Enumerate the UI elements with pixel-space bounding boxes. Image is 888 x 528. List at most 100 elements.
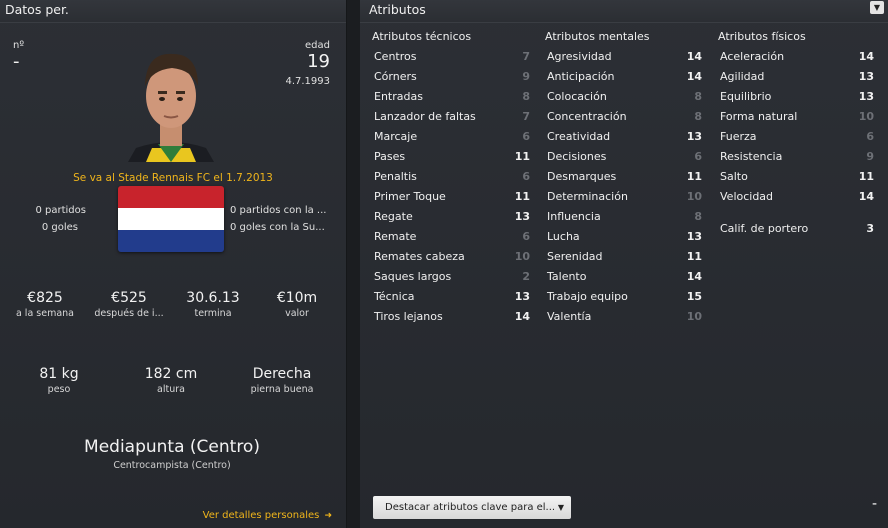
attribute-value: 14 (686, 70, 702, 83)
attribute-name: Colocación (547, 90, 607, 103)
attribute-row: Agilidad 13 (718, 67, 874, 87)
physical-attributes-title: Atributos físicos (718, 30, 806, 43)
attribute-value: 13 (858, 90, 874, 103)
attribute-row: Decisiones 6 (545, 147, 702, 167)
attribute-name: Córners (374, 70, 417, 83)
technical-attributes-list: Centros 7 Córners 9 Entradas 8 Lanzador de fal… (372, 47, 530, 327)
mental-attributes-list: Agresividad 14 Anticipación 14 Colocación 8 Co… (545, 47, 702, 327)
attribute-value: 13 (686, 230, 702, 243)
attribute-name: Agilidad (720, 70, 765, 83)
attribute-name: Remates cabeza (374, 250, 465, 263)
attribute-value: 13 (514, 210, 530, 223)
attribute-row: Remates cabeza 10 (372, 247, 530, 267)
attribute-value: 11 (686, 250, 702, 263)
attribute-row: Talento 14 (545, 267, 702, 287)
attribute-name: Forma natural (720, 110, 798, 123)
attribute-value: 7 (522, 110, 530, 123)
attribute-name: Técnica (374, 290, 415, 303)
attribute-name: Decisiones (547, 150, 607, 163)
attribute-value: 11 (858, 170, 874, 183)
age-label: edad (305, 40, 330, 51)
attribute-value: 6 (522, 130, 530, 143)
birth-date: 4.7.1993 (285, 76, 330, 87)
view-personal-details-text: Ver detalles personales (202, 510, 320, 521)
preferred-foot-label: pierna buena (250, 384, 314, 395)
weight-label: peso (47, 384, 71, 395)
highlight-key-attributes-dropdown[interactable]: Destacar atributos clave para el... ▼ (373, 496, 571, 519)
attribute-row: Saques largos 2 (372, 267, 530, 287)
attribute-value: 11 (686, 170, 702, 183)
attribute-name: Marcaje (374, 130, 418, 143)
contract-end-value: 30.6.13 (186, 290, 240, 306)
attribute-value: 8 (694, 90, 702, 103)
attribute-name: Influencia (547, 210, 601, 223)
age-value: 19 (307, 51, 330, 72)
attribute-name: Creatividad (547, 130, 611, 143)
squad-number-label: nº (13, 40, 25, 51)
attribute-name: Determinación (547, 190, 628, 203)
mental-attributes-title: Atributos mentales (545, 30, 650, 43)
attributes-header: Atributos (360, 0, 888, 23)
attribute-value: 7 (522, 50, 530, 63)
attribute-name: Aceleración (720, 50, 785, 63)
attribute-name: Primer Toque (374, 190, 446, 203)
attribute-row: Creatividad 13 (545, 127, 702, 147)
weight-value: 81 kg (39, 366, 79, 382)
technical-attributes-title: Atributos técnicos (372, 30, 472, 43)
attribute-row: Velocidad 14 (718, 187, 874, 207)
wage-value: €825 (27, 290, 63, 306)
attribute-row: Salto 11 (718, 167, 874, 187)
attribute-name: Anticipación (547, 70, 615, 83)
attribute-name: Regate (374, 210, 413, 223)
personal-details-panel: Datos per. nº - edad 19 4.7.1993 Se va a… (0, 0, 347, 528)
attribute-row: Resistencia 9 (718, 147, 874, 167)
attribute-value: 10 (514, 250, 530, 263)
player-value: €10m (276, 290, 318, 306)
contract-end-label: termina (194, 308, 232, 319)
position-subtitle: Centrocampista (Centro) (113, 460, 231, 471)
wage-label: a la semana (15, 308, 75, 319)
attribute-value: 9 (866, 150, 874, 163)
intl-apps: 0 partidos con la ... (230, 205, 327, 216)
attribute-value: 14 (858, 50, 874, 63)
transfer-note: Se va al Stade Rennais FC el 1.7.2013 (0, 166, 346, 185)
attribute-value: 13 (858, 70, 874, 83)
attribute-row: Penaltis 6 (372, 167, 530, 187)
player-value-label: valor (285, 308, 309, 319)
attribute-value: 10 (686, 310, 702, 323)
attribute-value: 11 (514, 150, 530, 163)
height-value: 182 cm (144, 366, 198, 382)
intl-goals: 0 goles con la Su... (230, 222, 325, 233)
view-personal-details-link[interactable]: Ver detalles personales ➜ (203, 503, 332, 522)
attribute-name: Salto (720, 170, 748, 183)
highlight-key-attributes-label: Destacar atributos clave para el... (385, 502, 556, 513)
nationality-flag (118, 186, 224, 252)
player-photo (128, 53, 214, 162)
attribute-row: Concentración 8 (545, 107, 702, 127)
attribute-row: Regate 13 (372, 207, 530, 227)
attribute-row: Primer Toque 11 (372, 187, 530, 207)
attribute-row: Influencia 8 (545, 207, 702, 227)
squad-number-value: - (13, 51, 20, 72)
attribute-value: 14 (686, 50, 702, 63)
attribute-name: Entradas (374, 90, 423, 103)
attribute-row: Tiros lejanos 14 (372, 307, 530, 327)
attribute-row: Técnica 13 (372, 287, 530, 307)
attribute-row: Fuerza 6 (718, 127, 874, 147)
attribute-row: Pases 11 (372, 147, 530, 167)
attribute-value: 13 (686, 130, 702, 143)
attribute-value: 2 (522, 270, 530, 283)
attribute-value: 13 (514, 290, 530, 303)
club-goals: 0 goles (41, 222, 78, 233)
panel-menu-button[interactable]: ▼ (870, 1, 884, 14)
attribute-name: Concentración (547, 110, 627, 123)
attribute-name: Saques largos (374, 270, 452, 283)
attribute-name: Trabajo equipo (547, 290, 628, 303)
attribute-row: Trabajo equipo 15 (545, 287, 702, 307)
attribute-name: Talento (547, 270, 587, 283)
collapse-button[interactable]: - (872, 496, 877, 512)
attribute-name: Tiros lejanos (374, 310, 443, 323)
attribute-value: 14 (514, 310, 530, 323)
attribute-name: Penaltis (374, 170, 417, 183)
attribute-name: Valentía (547, 310, 592, 323)
